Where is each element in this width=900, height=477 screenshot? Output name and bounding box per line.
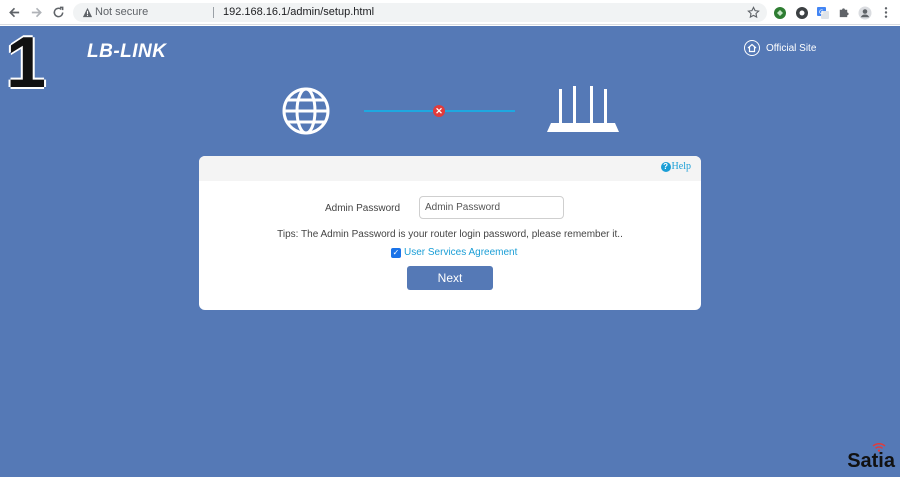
browser-toolbar: Not secure 192.168.16.1/admin/setup.html…: [0, 0, 900, 25]
official-site-label: Official Site: [766, 42, 817, 54]
globe-icon: [282, 87, 330, 135]
puzzle-icon[interactable]: [835, 4, 852, 21]
reload-icon[interactable]: [50, 4, 67, 21]
menu-dots-icon[interactable]: [877, 4, 894, 21]
agreement-row[interactable]: ✓ User Services Agreement: [391, 247, 517, 258]
url-text[interactable]: 192.168.16.1/admin/setup.html: [223, 6, 374, 18]
setup-page: 1 LB-LINK Official Site ✕ ? Help Admin P…: [0, 26, 900, 477]
help-label: Help: [671, 161, 691, 172]
address-bar[interactable]: Not secure 192.168.16.1/admin/setup.html: [73, 3, 767, 22]
svg-text:G: G: [819, 9, 824, 16]
arrow-left-icon[interactable]: [6, 4, 23, 21]
brand-logo: LB-LINK: [87, 41, 167, 62]
arrow-right-icon[interactable]: [28, 4, 45, 21]
extension-circle-icon[interactable]: [793, 4, 810, 21]
disconnected-icon: ✕: [433, 105, 445, 117]
home-icon: [744, 40, 760, 56]
card-header: ? Help: [199, 156, 701, 181]
agreement-link[interactable]: User Services Agreement: [404, 247, 517, 258]
official-site-link[interactable]: Official Site: [744, 40, 816, 56]
help-icon: ?: [660, 161, 671, 172]
watermark: Satia: [847, 450, 895, 472]
router-icon: [547, 86, 619, 132]
step-number: 1: [6, 23, 47, 103]
agreement-checkbox[interactable]: ✓: [391, 247, 401, 258]
translate-icon[interactable]: G: [814, 4, 831, 21]
help-link[interactable]: ? Help: [660, 161, 691, 172]
extension-icon[interactable]: [771, 4, 788, 21]
profile-icon[interactable]: [856, 4, 873, 21]
divider: [213, 7, 214, 18]
setup-card: ? Help Admin Password Tips: The Admin Pa…: [199, 156, 701, 310]
warning-icon[interactable]: [82, 5, 93, 23]
star-icon[interactable]: [745, 4, 762, 21]
admin-password-input[interactable]: [419, 196, 564, 219]
password-tips: Tips: The Admin Password is your router …: [277, 229, 623, 240]
next-button[interactable]: Next: [407, 266, 493, 290]
security-status[interactable]: Not secure: [95, 6, 148, 18]
admin-password-label: Admin Password: [325, 203, 401, 214]
